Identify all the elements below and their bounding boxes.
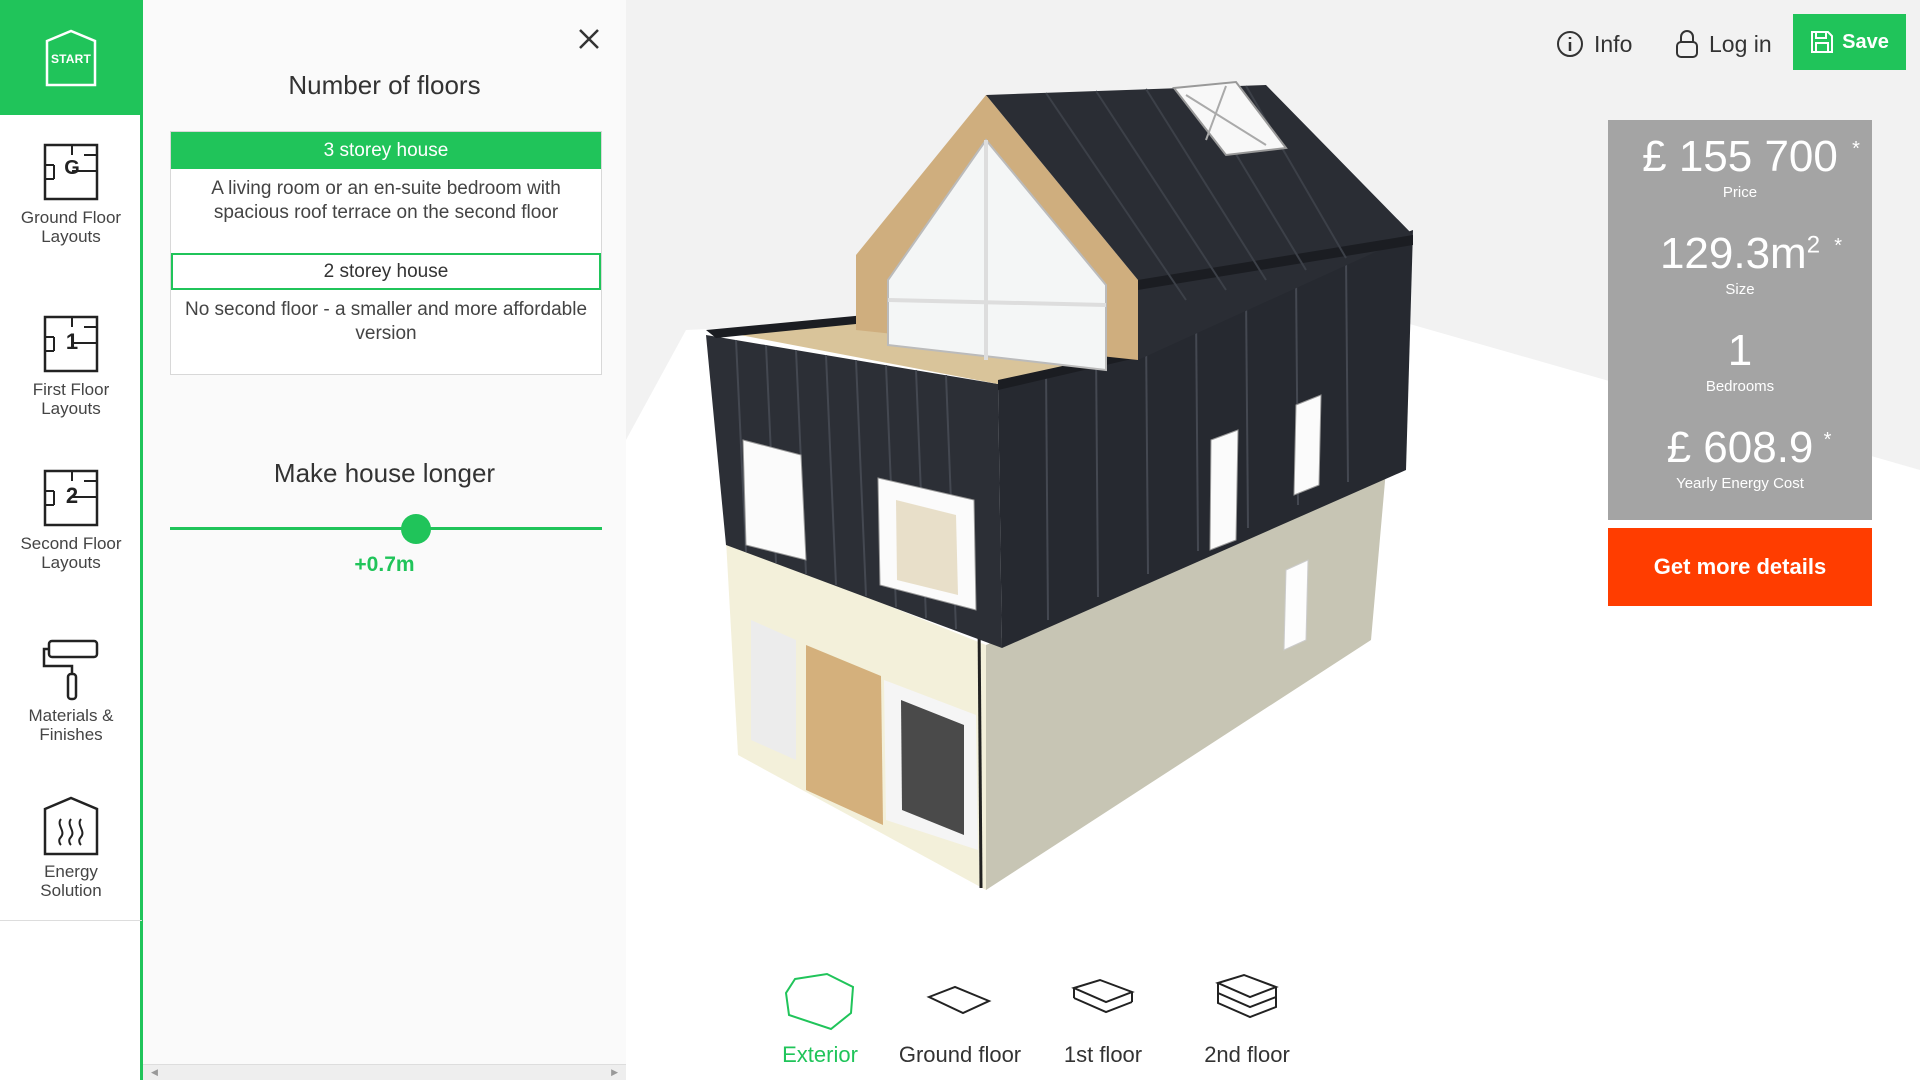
nav-second-floor-layouts[interactable]: 2 Second Floor Layouts bbox=[0, 466, 142, 572]
nav-ground-floor-layouts[interactable]: G Ground Floor Layouts bbox=[0, 140, 142, 246]
nav-label: First Floor Layouts bbox=[32, 380, 110, 418]
price-stat: £ 155 700 * Price bbox=[1608, 132, 1872, 201]
view-tab-exterior[interactable]: Exterior bbox=[745, 968, 895, 1068]
price-label: Price bbox=[1722, 184, 1758, 201]
options-panel: Number of floors 3 storey house A living… bbox=[143, 0, 626, 1080]
info-button[interactable]: Info bbox=[1556, 28, 1632, 60]
nav-label: Energy Solution bbox=[40, 862, 102, 900]
energy-stat: £ 608.9 * Yearly Energy Cost bbox=[1608, 423, 1872, 492]
save-icon bbox=[1811, 31, 1834, 53]
size-value: 129.3m bbox=[1659, 229, 1807, 278]
view-tab-label: Ground floor bbox=[898, 1042, 1022, 1067]
bedrooms-value: 1 bbox=[1727, 326, 1753, 375]
login-label: Log in bbox=[1709, 30, 1772, 57]
length-slider-thumb[interactable] bbox=[401, 514, 432, 544]
stats-card: £ 155 700 * Price 129.3m2 * Size 1 Bedroom… bbox=[1608, 120, 1872, 520]
floors-title: Number of floors bbox=[288, 70, 481, 100]
get-more-details-button[interactable]: Get more details bbox=[1608, 528, 1872, 606]
svg-text:1: 1 bbox=[66, 329, 78, 354]
first-floor-plan-icon: 1 bbox=[41, 312, 101, 376]
energy-label: Yearly Energy Cost bbox=[1676, 475, 1804, 492]
length-slider-track[interactable] bbox=[170, 527, 602, 530]
scroll-right-icon[interactable]: ▶ bbox=[611, 1067, 618, 1078]
panel-horizontal-scrollbar[interactable]: ◀ ▶ bbox=[143, 1064, 626, 1080]
option-2-storey-button[interactable]: 2 storey house bbox=[171, 253, 601, 290]
bedrooms-label: Bedrooms bbox=[1705, 378, 1775, 395]
option-3-storey-button[interactable]: 3 storey house bbox=[171, 132, 601, 169]
left-nav: START G Ground Floor Layouts 1 First Flo… bbox=[0, 0, 143, 1080]
energy-asterisk: * bbox=[1823, 429, 1832, 451]
size-superscript: 2 bbox=[1806, 231, 1821, 259]
exterior-view-icon bbox=[780, 968, 860, 1034]
floors-options: 3 storey house A living room or an en-su… bbox=[170, 131, 602, 375]
nav-divider bbox=[0, 920, 142, 921]
start-house-icon: START bbox=[44, 29, 98, 87]
nav-label: Ground Floor Layouts bbox=[20, 208, 122, 246]
view-tab-label: 1st floor bbox=[1063, 1042, 1143, 1067]
login-button[interactable]: Log in bbox=[1675, 28, 1772, 60]
svg-text:G: G bbox=[64, 157, 80, 179]
nav-label: Second Floor Layouts bbox=[20, 534, 122, 572]
nav-label: Materials & Finishes bbox=[28, 706, 114, 744]
save-button[interactable]: Save bbox=[1793, 14, 1906, 70]
start-label: START bbox=[50, 51, 92, 66]
view-tab-2nd-floor[interactable]: 2nd floor bbox=[1172, 968, 1322, 1068]
start-button[interactable]: START bbox=[0, 0, 142, 115]
ground-floor-plan-icon: G bbox=[41, 140, 101, 204]
price-asterisk: * bbox=[1852, 138, 1860, 160]
svg-text:2: 2 bbox=[66, 483, 78, 508]
view-tab-1st-floor[interactable]: 1st floor bbox=[1028, 968, 1178, 1068]
view-tab-ground-floor[interactable]: Ground floor bbox=[885, 968, 1035, 1068]
second-floor-plan-icon: 2 bbox=[41, 466, 101, 530]
info-label: Info bbox=[1594, 30, 1633, 57]
option-2-storey-description: No second floor - a smaller and more aff… bbox=[184, 299, 588, 344]
size-stat: 129.3m2 * Size bbox=[1608, 229, 1872, 298]
option-3-storey-description: A living room or an en-suite bedroom wit… bbox=[211, 178, 561, 223]
length-title: Make house longer bbox=[273, 458, 496, 488]
second-floor-view-icon bbox=[1207, 968, 1287, 1034]
scroll-left-icon[interactable]: ◀ bbox=[151, 1067, 158, 1078]
energy-value: £ 608.9 bbox=[1666, 423, 1814, 472]
size-label: Size bbox=[1725, 281, 1755, 298]
view-tab-label: Exterior bbox=[782, 1042, 858, 1067]
length-value: +0.7m bbox=[354, 553, 415, 576]
price-value: £ 155 700 bbox=[1642, 132, 1838, 181]
view-tab-label: 2nd floor bbox=[1204, 1042, 1290, 1067]
info-icon bbox=[1557, 31, 1583, 57]
save-label: Save bbox=[1842, 30, 1889, 53]
lock-icon bbox=[1676, 30, 1698, 58]
paint-roller-icon bbox=[41, 638, 101, 702]
nav-energy-solution[interactable]: Energy Solution bbox=[0, 794, 142, 900]
nav-first-floor-layouts[interactable]: 1 First Floor Layouts bbox=[0, 312, 142, 418]
ground-floor-view-icon bbox=[920, 968, 1000, 1034]
nav-materials-finishes[interactable]: Materials & Finishes bbox=[0, 638, 142, 744]
close-icon[interactable] bbox=[574, 24, 604, 54]
first-floor-view-icon bbox=[1063, 968, 1143, 1034]
size-asterisk: * bbox=[1834, 235, 1843, 257]
heating-icon bbox=[41, 794, 101, 858]
bedrooms-stat: 1 Bedrooms bbox=[1608, 326, 1872, 395]
